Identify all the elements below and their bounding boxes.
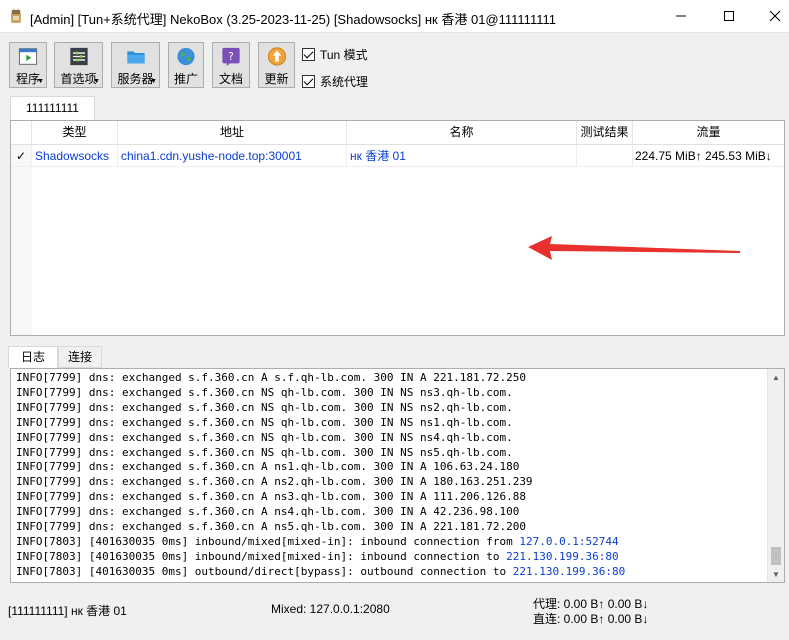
scroll-down-icon[interactable]: ▼ <box>768 566 784 582</box>
promote-label: 推广 <box>173 72 198 86</box>
log-line: INFO[7799] dns: exchanged s.f.360.cn A n… <box>16 490 625 505</box>
folder-icon <box>126 51 145 64</box>
log-text: INFO[7799] dns: exchanged s.f.360.cn A s… <box>16 371 625 580</box>
log-line-text: INFO[7799] dns: exchanged s.f.360.cn NS … <box>16 445 513 459</box>
log-line-address: 221.130.199.36:80 <box>512 564 626 578</box>
status-profile: [111111111] нк 香港 01 <box>8 604 127 618</box>
docs-label: 文档 <box>218 72 243 86</box>
table-row[interactable]: ✓ Shadowsocks china1.cdn.yushe-node.top:… <box>11 145 784 167</box>
log-line: INFO[7799] dns: exchanged s.f.360.cn A n… <box>16 475 625 490</box>
log-line-text: INFO[7799] dns: exchanged s.f.360.cn A n… <box>16 460 520 474</box>
log-line: INFO[7799] dns: exchanged s.f.360.cn NS … <box>16 431 625 446</box>
log-line-text: INFO[7803] [401630035 0ms] inbound/mixed… <box>16 549 507 563</box>
log-line: INFO[7799] dns: exchanged s.f.360.cn NS … <box>16 446 625 461</box>
log-line-text: INFO[7799] dns: exchanged s.f.360.cn NS … <box>16 415 513 429</box>
log-line: INFO[7799] dns: exchanged s.f.360.cn NS … <box>16 416 625 431</box>
log-line: INFO[7803] [401630035 0ms] inbound/mixed… <box>16 550 625 565</box>
log-panel[interactable]: INFO[7799] dns: exchanged s.f.360.cn A s… <box>10 368 785 583</box>
tun-mode-label: Tun 模式 <box>320 48 368 62</box>
log-line-text: INFO[7799] dns: exchanged s.f.360.cn A n… <box>16 505 520 519</box>
dropdown-arrow-icon: ▼ <box>37 78 44 85</box>
server-table: 类型 地址 名称 测试结果 流量 ✓ Shadowsocks china1.cd… <box>10 120 785 336</box>
scroll-thumb[interactable] <box>771 547 781 565</box>
header-name[interactable]: 名称 <box>347 121 577 144</box>
program-icon <box>18 48 38 65</box>
header-address[interactable]: 地址 <box>118 121 347 144</box>
red-arrow-annotation <box>528 236 740 260</box>
log-line: INFO[7799] dns: exchanged s.f.360.cn NS … <box>16 401 625 416</box>
log-line: INFO[7799] dns: exchanged s.f.360.cn NS … <box>16 386 625 401</box>
dropdown-arrow-icon: ▼ <box>93 78 100 85</box>
log-line-address: 221.130.199.36:80 <box>506 549 619 563</box>
minimize-button[interactable] <box>658 0 704 32</box>
checkbox-checked-icon <box>302 75 315 88</box>
preferences-icon <box>69 47 88 66</box>
preferences-menu-button[interactable]: 首选项 ▼ <box>54 42 103 88</box>
status-mixed-port: Mixed: 127.0.0.1:2080 <box>271 602 390 616</box>
minimize-icon <box>676 15 686 17</box>
status-bar: [111111111] нк 香港 01 Mixed: 127.0.0.1:20… <box>0 588 789 640</box>
system-proxy-label: 系统代理 <box>320 75 369 89</box>
log-line-text: INFO[7799] dns: exchanged s.f.360.cn NS … <box>16 430 513 444</box>
svg-text:?: ? <box>228 51 234 63</box>
log-line-text: INFO[7799] dns: exchanged s.f.360.cn NS … <box>16 385 513 399</box>
system-proxy-checkbox[interactable]: 系统代理 <box>302 73 368 90</box>
log-line-text: INFO[7799] dns: exchanged s.f.360.cn A n… <box>16 475 533 489</box>
log-line-text: INFO[7803] [401630035 0ms] outbound/dire… <box>16 564 513 578</box>
log-line: INFO[7799] dns: exchanged s.f.360.cn A s… <box>16 371 625 386</box>
log-line-address: 127.0.0.1:52744 <box>519 534 619 548</box>
scroll-up-icon[interactable]: ▲ <box>768 369 784 385</box>
log-line: INFO[7803] [401630035 0ms] inbound/mixed… <box>16 535 625 550</box>
window-title: [Admin] [Tun+系统代理] NekoBox (3.25-2023-11… <box>30 12 556 27</box>
dropdown-arrow-icon: ▼ <box>150 78 157 85</box>
title-bar: [Admin] [Tun+系统代理] NekoBox (3.25-2023-11… <box>0 0 789 33</box>
log-line: INFO[7799] dns: exchanged s.f.360.cn A n… <box>16 520 625 535</box>
log-line: INFO[7799] dns: exchanged s.f.360.cn A n… <box>16 505 625 520</box>
server-menu-button[interactable]: 服务器 ▼ <box>111 42 160 88</box>
status-direct-traffic: 直连: 0.00 B↑ 0.00 B↓ <box>533 612 649 626</box>
server-label: 服务器 <box>117 72 154 86</box>
tab-connections[interactable]: 连接 <box>58 346 102 368</box>
cell-type: Shadowsocks <box>32 145 118 167</box>
close-icon <box>769 10 781 22</box>
row-header-column <box>11 145 32 335</box>
header-corner <box>11 121 32 144</box>
tun-mode-checkbox[interactable]: Tun 模式 <box>302 46 368 63</box>
log-line-text: INFO[7799] dns: exchanged s.f.360.cn A n… <box>16 490 526 504</box>
update-icon <box>267 47 286 66</box>
preferences-label: 首选项 <box>60 72 97 86</box>
log-line: INFO[7799] dns: exchanged s.f.360.cn A n… <box>16 460 625 475</box>
header-test-result[interactable]: 测试结果 <box>577 121 633 144</box>
promote-button[interactable]: 推广 <box>168 42 204 88</box>
log-scrollbar[interactable]: ▲ ▼ <box>767 369 784 582</box>
toolbar: 程序 ▼ 首选项 ▼ 服务器 ▼ 推广 ? 文档 更新 Tun 模式 系统代理 <box>0 38 789 92</box>
cell-test-result <box>577 145 633 167</box>
cell-address: china1.cdn.yushe-node.top:30001 <box>118 145 347 167</box>
selected-check-icon: ✓ <box>11 145 32 167</box>
log-line-text: INFO[7799] dns: exchanged s.f.360.cn A s… <box>16 371 526 384</box>
program-menu-button[interactable]: 程序 ▼ <box>9 42 47 88</box>
close-button[interactable] <box>752 0 789 32</box>
header-type[interactable]: 类型 <box>32 121 118 144</box>
group-tab-111111111[interactable]: 111111111 <box>10 96 95 120</box>
update-button[interactable]: 更新 <box>258 42 295 88</box>
log-line-text: INFO[7799] dns: exchanged s.f.360.cn A n… <box>16 520 526 534</box>
header-traffic[interactable]: 流量 <box>633 121 784 144</box>
update-label: 更新 <box>264 72 289 86</box>
log-line-text: INFO[7799] dns: exchanged s.f.360.cn NS … <box>16 400 513 414</box>
app-icon <box>11 9 21 23</box>
checkbox-checked-icon <box>302 48 315 61</box>
cell-traffic: 224.75 MiB↑ 245.53 MiB↓ <box>635 149 772 163</box>
help-icon: ? <box>222 47 240 66</box>
cell-name: нк 香港 01 <box>347 145 577 167</box>
log-line: INFO[7803] [401630035 0ms] outbound/dire… <box>16 565 625 580</box>
globe-icon <box>177 47 195 66</box>
table-header: 类型 地址 名称 测试结果 流量 <box>11 121 784 145</box>
tab-log[interactable]: 日志 <box>8 346 58 368</box>
docs-button[interactable]: ? 文档 <box>212 42 250 88</box>
maximize-button[interactable] <box>706 0 752 32</box>
maximize-icon <box>724 11 734 21</box>
log-line-text: INFO[7803] [401630035 0ms] inbound/mixed… <box>16 534 520 548</box>
